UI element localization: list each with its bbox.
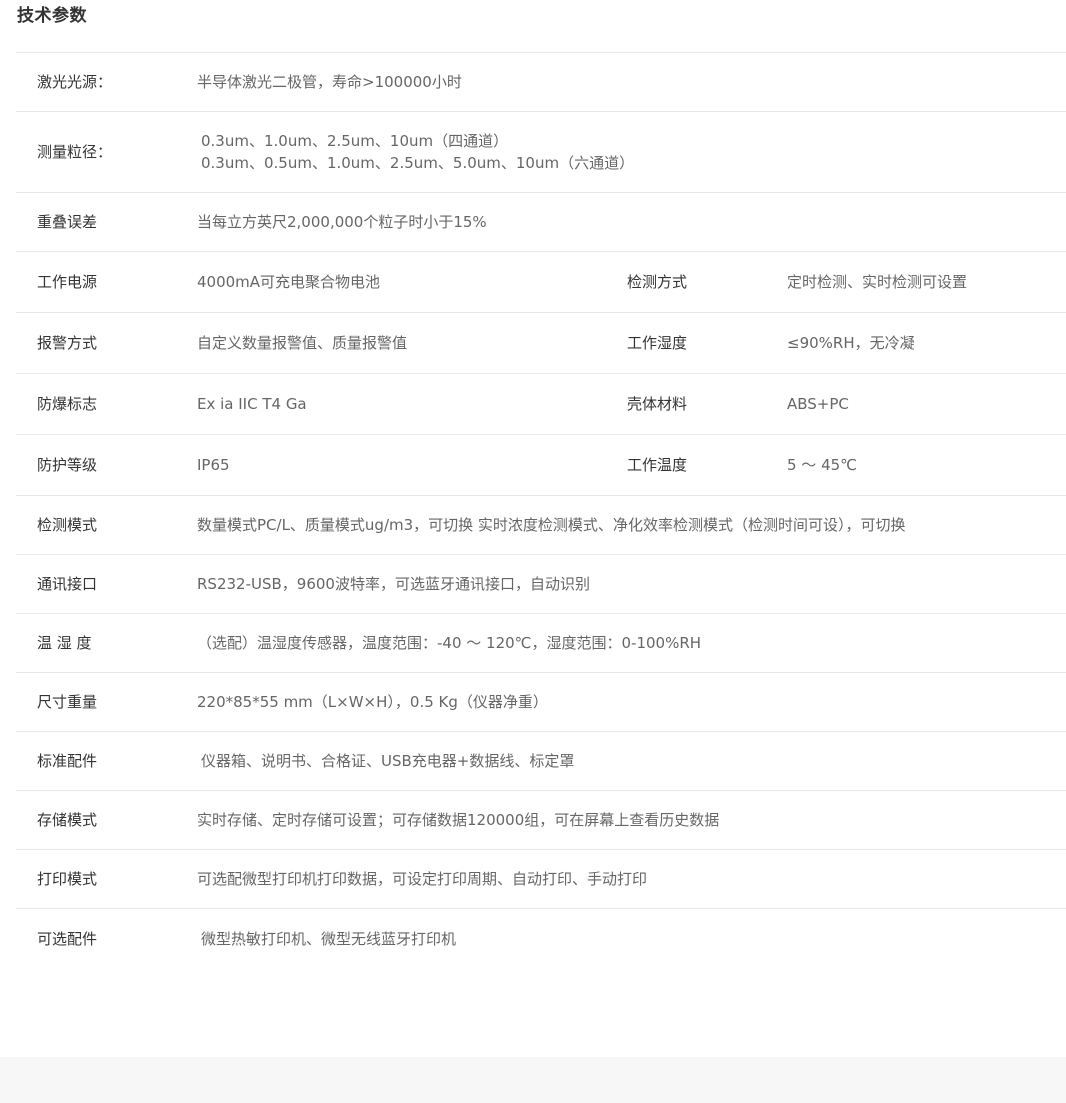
spec-row-size-weight: 尺寸重量 220*85*55 mm（L×W×H），0.5 Kg（仪器净重） (16, 673, 1066, 732)
spec-label: 测量粒径： (37, 143, 113, 161)
spec-label: 工作湿度 (627, 334, 688, 352)
spec-row-power-supply: 工作电源 4000mA可充电聚合物电池 检测方式 定时检测、实时检测可设置 (16, 252, 1066, 313)
spec-label: 打印模式 (37, 870, 98, 888)
spec-value: RS232-USB，9600波特率，可选蓝牙通讯接口，自动识别 (197, 575, 590, 593)
spec-value: 仪器箱、说明书、合格证、USB充电器+数据线、标定罩 (201, 752, 575, 770)
spec-label: 检测方式 (627, 273, 688, 291)
spec-value: 自定义数量报警值、质量报警值 (197, 334, 408, 352)
spec-label: 壳体材料 (627, 395, 688, 413)
spec-row-coincidence-error: 重叠误差 当每立方英尺2,000,000个粒子时小于15% (16, 193, 1066, 252)
section-title: 技术参数 (17, 6, 87, 26)
spec-row-alarm-mode: 报警方式 自定义数量报警值、质量报警值 工作湿度 ≤90%RH，无冷凝 (16, 313, 1066, 374)
spec-label: 存储模式 (37, 811, 98, 829)
spec-label: 防爆标志 (37, 395, 98, 413)
spec-value-line: 0.3um、0.5um、1.0um、2.5um、5.0um、10um（六通道） (201, 154, 635, 172)
spec-label: 工作温度 (627, 456, 688, 474)
spec-value: 当每立方英尺2,000,000个粒子时小于15% (197, 213, 487, 231)
spec-value: 可选配微型打印机打印数据，可设定打印周期、自动打印、手动打印 (197, 870, 648, 888)
spec-row-protection-level: 防护等级 IP65 工作温度 5 ～ 45℃ (16, 435, 1066, 496)
spec-label: 检测模式 (37, 516, 98, 534)
spec-row-temp-humidity: 温 湿 度 （选配）温湿度传感器，温度范围：-40 ～ 120℃，湿度范围：0-… (16, 614, 1066, 673)
spec-label: 报警方式 (37, 334, 98, 352)
spec-value: 220*85*55 mm（L×W×H），0.5 Kg（仪器净重） (197, 693, 548, 711)
spec-row-particle-size: 测量粒径： 0.3um、1.0um、2.5um、10um（四通道） 0.3um、… (16, 112, 1066, 193)
spec-value: Ex ia IIC T4 Ga (197, 395, 307, 413)
spec-value: ≤90%RH，无冷凝 (787, 334, 915, 352)
spec-value: IP65 (197, 456, 230, 474)
spec-row-detection-mode: 检测模式 数量模式PC/L、质量模式ug/m3，可切换 实时浓度检测模式、净化效… (16, 496, 1066, 555)
spec-label: 激光光源： (37, 73, 113, 91)
spec-value: 定时检测、实时检测可设置 (787, 273, 968, 291)
spec-row-storage-mode: 存储模式 实时存储、定时存储可设置；可存储数据120000组，可在屏幕上查看历史… (16, 791, 1066, 850)
spec-value: 微型热敏打印机、微型无线蓝牙打印机 (201, 929, 457, 948)
spec-row-communication: 通讯接口 RS232-USB，9600波特率，可选蓝牙通讯接口，自动识别 (16, 555, 1066, 614)
spec-value: 0.3um、1.0um、2.5um、10um（四通道） 0.3um、0.5um、… (201, 130, 634, 174)
spec-value: 4000mA可充电聚合物电池 (197, 273, 381, 291)
spec-label: 通讯接口 (37, 575, 98, 593)
spec-row-explosion-proof: 防爆标志 Ex ia IIC T4 Ga 壳体材料 ABS+PC (16, 374, 1066, 435)
spec-row-print-mode: 打印模式 可选配微型打印机打印数据，可设定打印周期、自动打印、手动打印 (16, 850, 1066, 909)
footer-band (0, 1057, 1066, 1103)
spec-value: 半导体激光二极管，寿命>100000小时 (197, 73, 462, 91)
spec-label: 防护等级 (37, 456, 98, 474)
spec-value: 实时存储、定时存储可设置；可存储数据120000组，可在屏幕上查看历史数据 (197, 811, 720, 829)
spec-label: 尺寸重量 (37, 693, 98, 711)
spec-value: （选配）温湿度传感器，温度范围：-40 ～ 120℃，湿度范围：0-100%RH (197, 634, 702, 652)
spec-table: 激光光源： 半导体激光二极管，寿命>100000小时 测量粒径： 0.3um、1… (16, 52, 1066, 968)
spec-label: 工作电源 (37, 273, 98, 291)
spec-value: 数量模式PC/L、质量模式ug/m3，可切换 实时浓度检测模式、净化效率检测模式… (197, 516, 906, 534)
spec-label: 重叠误差 (37, 213, 98, 231)
spec-row-light-source: 激光光源： 半导体激光二极管，寿命>100000小时 (16, 53, 1066, 112)
spec-label: 标准配件 (37, 752, 98, 770)
spec-row-optional-accessories: 可选配件 微型热敏打印机、微型无线蓝牙打印机 (16, 909, 1066, 968)
spec-value: ABS+PC (787, 395, 849, 413)
spec-value: 5 ～ 45℃ (787, 456, 858, 474)
spec-label: 可选配件 (37, 929, 98, 948)
spec-label: 温 湿 度 (37, 634, 92, 652)
spec-value-line: 0.3um、1.0um、2.5um、10um（四通道） (201, 132, 509, 150)
spec-row-standard-accessories: 标准配件 仪器箱、说明书、合格证、USB充电器+数据线、标定罩 (16, 732, 1066, 791)
